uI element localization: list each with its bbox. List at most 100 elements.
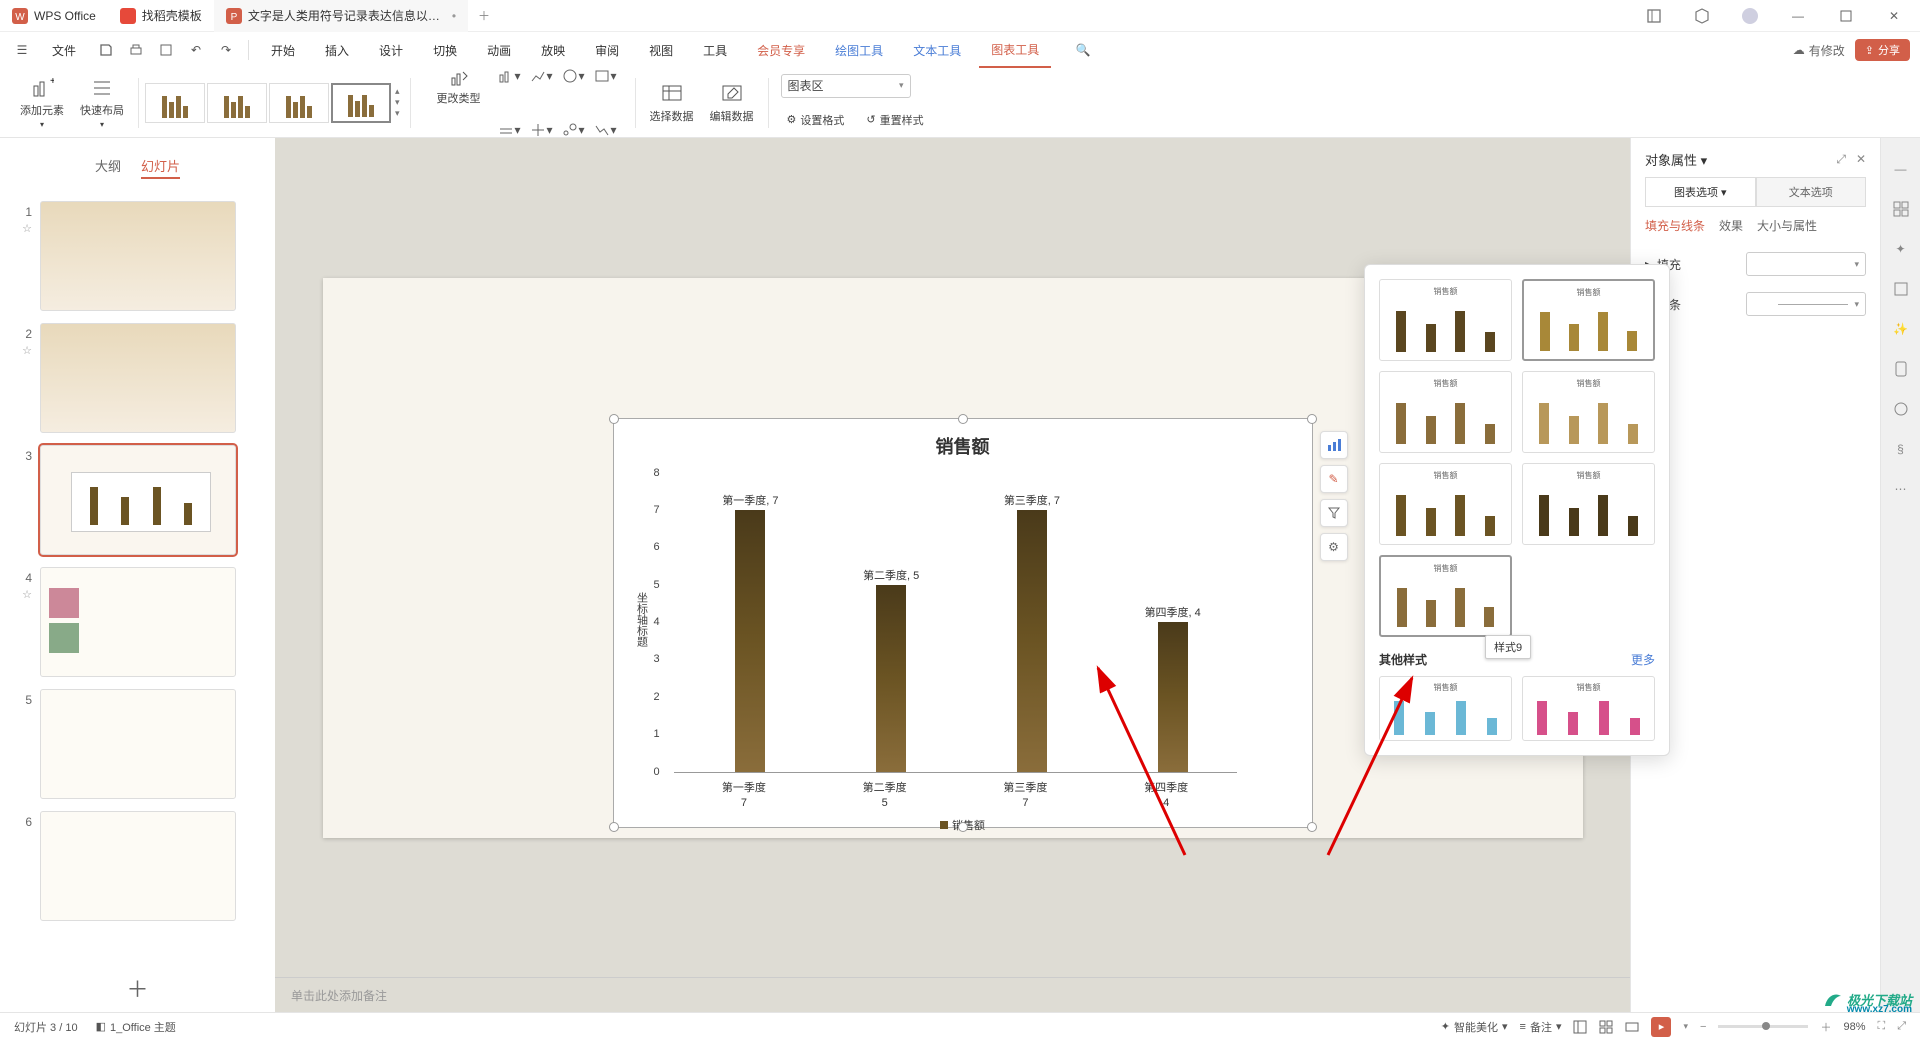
cube-icon[interactable]: [1684, 2, 1720, 30]
notes-bar[interactable]: 单击此处添加备注: [275, 977, 1630, 1012]
quick-layout-button[interactable]: 快速布局▾: [72, 72, 132, 133]
view-grid-icon[interactable]: [1599, 1020, 1613, 1034]
resize-handle[interactable]: [958, 414, 968, 424]
chart-object[interactable]: 销售额 坐标轴标题 0 1 2 3 4 5 6 7 8 第一季度, 7 第二季度…: [613, 418, 1313, 828]
chart-bar[interactable]: [1158, 622, 1188, 772]
print-icon[interactable]: [124, 38, 148, 62]
chart-prop-icon[interactable]: [1320, 431, 1348, 459]
side-ai-icon[interactable]: ✦: [1890, 238, 1912, 260]
chart-options-tab[interactable]: 图表选项 ▾: [1645, 177, 1756, 207]
slides-tab[interactable]: 幻灯片: [141, 156, 180, 179]
resize-handle[interactable]: [1307, 822, 1317, 832]
resize-handle[interactable]: [958, 822, 968, 832]
chart-opt2-icon[interactable]: ▾: [529, 64, 553, 88]
close-tab-icon[interactable]: •: [452, 9, 456, 23]
notebook-icon[interactable]: [1636, 2, 1672, 30]
app-tab-document[interactable]: P 文字是人类用符号记录表达信息以… •: [214, 0, 468, 32]
slide-thumb-6[interactable]: [40, 811, 236, 921]
more-styles-link[interactable]: 更多: [1631, 651, 1655, 668]
expand-icon[interactable]: ⤢: [1897, 1020, 1906, 1033]
style-gallery-more-icon[interactable]: ▾: [395, 108, 400, 119]
menu-hamburger-icon[interactable]: ☰: [10, 38, 34, 62]
play-button[interactable]: ▸: [1651, 1017, 1671, 1037]
redo-icon[interactable]: ↷: [214, 38, 238, 62]
chart-bar[interactable]: [876, 585, 906, 772]
style-tile[interactable]: 销售额: [1522, 463, 1655, 545]
close-panel-icon[interactable]: ✕: [1856, 152, 1866, 167]
chart-opt1-icon[interactable]: ▾: [497, 64, 521, 88]
app-tab-wps[interactable]: W WPS Office: [0, 0, 108, 32]
menu-home[interactable]: 开始: [259, 32, 307, 68]
other-style-tile[interactable]: 销售额: [1379, 676, 1512, 741]
chart-opt4-icon[interactable]: ▾: [593, 64, 617, 88]
zoom-out-button[interactable]: −: [1700, 1021, 1706, 1033]
chart-style-option[interactable]: [331, 83, 391, 123]
fill-select[interactable]: ▾: [1746, 252, 1866, 276]
menu-member[interactable]: 会员专享: [745, 32, 817, 68]
add-slide-button[interactable]: ＋: [0, 964, 275, 1012]
chart-style-option[interactable]: [207, 83, 267, 123]
slide-thumb-2[interactable]: [40, 323, 236, 433]
maximize-icon[interactable]: [1828, 2, 1864, 30]
style-tile[interactable]: 销售额: [1379, 279, 1512, 361]
menu-insert[interactable]: 插入: [313, 32, 361, 68]
menu-text[interactable]: 文本工具: [901, 32, 973, 68]
side-tablet-icon[interactable]: [1890, 358, 1912, 380]
style-tile[interactable]: 销售额: [1379, 371, 1512, 453]
zoom-slider[interactable]: [1718, 1025, 1808, 1028]
chart-style-option[interactable]: [269, 83, 329, 123]
style-gallery-up-icon[interactable]: ▴: [395, 86, 400, 97]
save-icon[interactable]: [94, 38, 118, 62]
notes-button[interactable]: ≡ 备注 ▾: [1520, 1019, 1562, 1035]
zoom-in-button[interactable]: ＋: [1820, 1019, 1831, 1035]
menu-file[interactable]: 文件: [40, 32, 88, 68]
side-tools-icon[interactable]: [1890, 198, 1912, 220]
menu-draw[interactable]: 绘图工具: [823, 32, 895, 68]
undo-icon[interactable]: ↶: [184, 38, 208, 62]
side-collapse-icon[interactable]: —: [1890, 158, 1912, 180]
theme-indicator[interactable]: ◧1_Office 主题: [96, 1019, 176, 1035]
slide-thumb-3[interactable]: [40, 445, 236, 555]
reset-style-button[interactable]: ↺重置样式: [860, 108, 929, 132]
close-icon[interactable]: ✕: [1876, 2, 1912, 30]
share-button[interactable]: ⇪分享: [1855, 39, 1910, 61]
save-status[interactable]: ☁有修改: [1793, 42, 1845, 59]
size-subtab[interactable]: 大小与属性: [1757, 217, 1817, 234]
style-tile[interactable]: 销售额: [1522, 279, 1655, 361]
print-preview-icon[interactable]: [154, 38, 178, 62]
search-icon[interactable]: 🔍: [1071, 38, 1095, 62]
side-layers-icon[interactable]: [1890, 278, 1912, 300]
text-options-tab[interactable]: 文本选项: [1756, 177, 1867, 207]
chart-title[interactable]: 销售额: [614, 419, 1312, 463]
style-tile[interactable]: 销售额: [1522, 371, 1655, 453]
resize-handle[interactable]: [609, 822, 619, 832]
select-data-button[interactable]: 选择数据: [642, 78, 702, 128]
add-element-button[interactable]: + 添加元素▾: [12, 72, 72, 133]
chart-bar[interactable]: [735, 510, 765, 772]
side-more-icon[interactable]: ⋯: [1890, 478, 1912, 500]
chart-settings-icon[interactable]: ⚙: [1320, 533, 1348, 561]
chart-filter-icon[interactable]: [1320, 499, 1348, 527]
menu-view[interactable]: 视图: [637, 32, 685, 68]
edit-data-button[interactable]: 编辑数据: [702, 78, 762, 128]
side-link-icon[interactable]: §: [1890, 438, 1912, 460]
app-tab-template[interactable]: 找稻壳模板: [108, 0, 214, 32]
chart-plot-area[interactable]: 坐标轴标题 0 1 2 3 4 5 6 7 8 第一季度, 7 第二季度, 5 …: [674, 473, 1237, 773]
outline-tab[interactable]: 大纲: [95, 156, 121, 179]
slide-thumb-1[interactable]: [40, 201, 236, 311]
change-type-button[interactable]: 更改类型: [429, 64, 489, 110]
line-select[interactable]: ▾: [1746, 292, 1866, 316]
slide-thumb-5[interactable]: [40, 689, 236, 799]
menu-chart[interactable]: 图表工具: [979, 32, 1051, 68]
chart-style-option[interactable]: [145, 83, 205, 123]
pin-icon[interactable]: ⤢: [1836, 152, 1846, 167]
slide-thumb-4[interactable]: [40, 567, 236, 677]
view-normal-icon[interactable]: [1573, 1020, 1587, 1034]
set-style-button[interactable]: ⚙设置格式: [781, 108, 851, 132]
minimize-icon[interactable]: —: [1780, 2, 1816, 30]
side-shape-icon[interactable]: [1890, 398, 1912, 420]
fit-icon[interactable]: ⛶: [1877, 1020, 1885, 1033]
chart-region-select[interactable]: 图表区▾: [781, 74, 911, 98]
style-gallery-down-icon[interactable]: ▾: [395, 97, 400, 108]
style-tile[interactable]: 销售额: [1379, 555, 1512, 637]
